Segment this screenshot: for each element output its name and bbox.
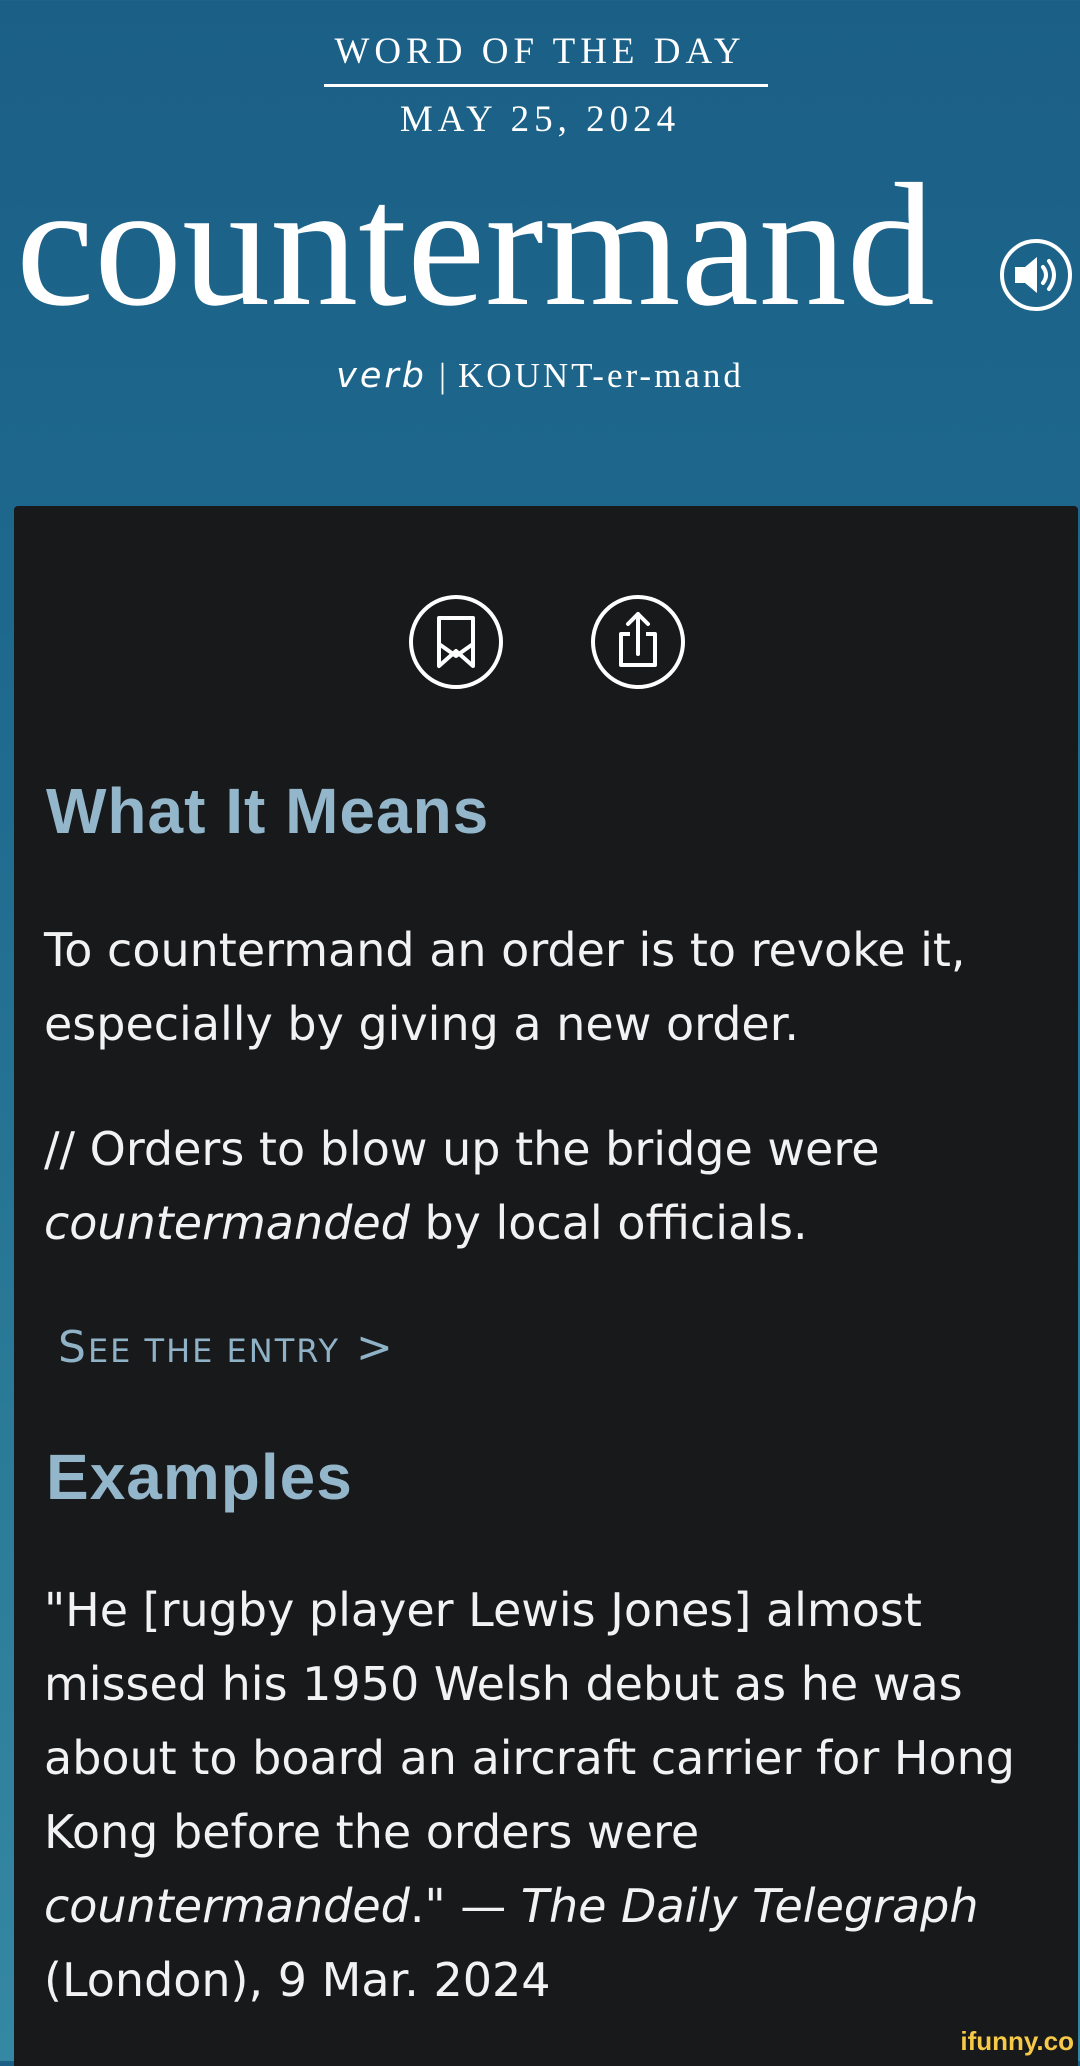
- bookmark-icon[interactable]: [408, 594, 504, 690]
- meaning-heading: What It Means: [46, 775, 490, 847]
- divider: [324, 84, 768, 87]
- definition-text: To countermand an order is to revoke it,…: [44, 923, 966, 1051]
- see-entry-label: EE THE ENTRY: [87, 1332, 340, 1370]
- date-label: MAY 25, 2024: [399, 99, 681, 140]
- usage-prefix: // Orders to blow up the bridge were: [44, 1122, 880, 1176]
- usage-suffix: by local officials.: [409, 1196, 808, 1250]
- word-header: WORD OF THE DAY MAY 25, 2024 countermand…: [0, 0, 1080, 506]
- share-icon[interactable]: [590, 594, 686, 690]
- see-entry-arrow: >: [339, 1322, 395, 1373]
- examples-heading: Examples: [46, 1441, 353, 1513]
- pronunciation-line: verb | KOUNT-er-mand: [0, 356, 1080, 396]
- section-label: WORD OF THE DAY: [334, 31, 746, 72]
- watermark-logo: ifunny.co: [960, 2026, 1074, 2056]
- speaker-icon[interactable]: [998, 237, 1074, 313]
- quote-text: "He [rugby player Lewis Jones] almost mi…: [44, 1583, 1015, 1859]
- quote-source: The Daily Telegraph: [520, 1879, 979, 1933]
- quote-source-suffix: (London), 9 Mar. 2024: [44, 1953, 551, 2007]
- word-title: countermand: [16, 148, 935, 343]
- quote-close: ." —: [409, 1879, 521, 1933]
- usage-example: // Orders to blow up the bridge were cou…: [44, 1112, 1044, 1260]
- part-of-speech: verb: [336, 356, 427, 396]
- see-entry-link[interactable]: SEE THE ENTRY >: [58, 1322, 395, 1373]
- separator: |: [439, 356, 447, 395]
- pronunciation: KOUNT-er-mand: [458, 356, 744, 395]
- usage-italic-word: countermanded: [44, 1196, 410, 1250]
- action-bar: [14, 594, 1078, 694]
- quote-italic-word: countermanded: [44, 1879, 410, 1933]
- see-entry-initial: S: [58, 1322, 88, 1373]
- example-quote: "He [rugby player Lewis Jones] almost mi…: [44, 1573, 1044, 2017]
